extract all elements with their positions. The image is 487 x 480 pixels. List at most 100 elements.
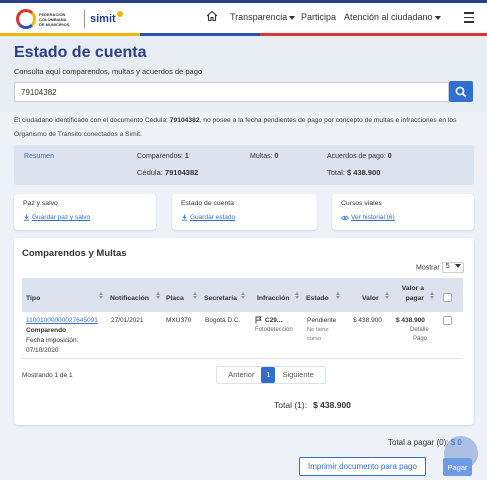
page-size-value: 5 [445, 263, 450, 270]
sort-icon[interactable] [193, 292, 197, 299]
multas-value: 0 [274, 153, 279, 160]
navbar: FEDERACIÓN COLOMBIANA DE MUNICIPIOS simi… [0, 3, 487, 33]
card-title: Estado de cuenta [181, 200, 234, 207]
col-pagar[interactable]: pagar [400, 294, 424, 303]
print-document-button[interactable]: Imprimir documento para pago [299, 457, 426, 476]
col-placa[interactable]: Placa [166, 294, 184, 303]
nav-atencion[interactable]: Atención al ciudadano [344, 12, 441, 22]
simit-dot-icon [116, 11, 123, 17]
table-total-label: Total (1): [274, 400, 308, 410]
comparendo-number-link[interactable]: 11001000000027645091 [26, 316, 98, 326]
menu-icon[interactable] [464, 12, 474, 26]
col-infraccion[interactable]: Infracción [257, 294, 289, 303]
summary-multas: Multas: 0 [250, 153, 278, 160]
comparendos-label: Comparendos: [137, 153, 183, 160]
row-infraccion[interactable]: C29... [265, 316, 282, 326]
table-total: Total (1): $ 438.900 [274, 400, 351, 410]
nav-atencion-label: Atención al ciudadano [344, 12, 433, 22]
pago-link[interactable]: Pago [413, 335, 427, 345]
page-1-button[interactable]: 1 [261, 367, 276, 383]
row-divider [22, 358, 463, 359]
sort-icon[interactable] [430, 292, 434, 299]
comparendos-value: 1 [184, 153, 189, 160]
page-subtitle: Consulta aquí comparendos, multas y acue… [14, 67, 203, 76]
select-all-checkbox[interactable] [443, 293, 452, 302]
search-icon [455, 86, 467, 97]
sort-icon[interactable] [385, 292, 389, 299]
sort-icon[interactable] [336, 292, 340, 299]
total-label: Total: [327, 168, 345, 177]
logo-divider [84, 10, 85, 28]
pay-button[interactable]: Pagar [443, 458, 472, 476]
flag-icon [255, 316, 262, 324]
search-input[interactable]: 79104382 [14, 82, 449, 102]
summary-box: Resumen Comparendos: 1 Multas: 0 Acuerdo… [14, 145, 474, 185]
sort-icon[interactable] [241, 292, 245, 299]
col-valor[interactable]: Valor [362, 294, 379, 303]
row-estado-sub2: curso [307, 336, 322, 342]
next-page-button[interactable]: Siguiente [275, 367, 320, 383]
prev-page-button[interactable]: Anterior [221, 367, 261, 383]
table-header: Tipo Notificación Placa Secretaría Infra… [22, 278, 463, 312]
row-estado: Pendiente [307, 317, 337, 324]
col-tipo[interactable]: Tipo [26, 294, 40, 303]
card-paz-y-salvo: Paz y salvo Guardar paz y salvo [14, 194, 156, 230]
card-link-label: Guardar paz y salvo [32, 214, 91, 221]
card-title: Cursos viales [341, 200, 382, 207]
col-estado[interactable]: Estado [306, 294, 329, 303]
cedula-label: Cédula: [137, 168, 163, 177]
page-size-selector: Mostrar 5 [416, 262, 464, 273]
eye-icon [341, 215, 349, 220]
summary-acuerdos: Acuerdos de pago: 0 [327, 153, 392, 160]
ver-historial-link[interactable]: Ver historial (6) [341, 214, 395, 221]
guardar-estado-link[interactable]: Guardar estado [181, 214, 235, 221]
home-icon[interactable] [206, 10, 218, 22]
info-prefix: El ciudadano identificado con el documen… [14, 117, 170, 124]
acuerdos-value: 0 [387, 153, 392, 160]
info-document: 79104382 [169, 117, 200, 124]
nav-participa[interactable]: Participa [301, 12, 336, 22]
sort-icon[interactable] [156, 292, 160, 299]
row-valor-pagar: $ 438.900 [396, 317, 425, 324]
chevron-down-icon [454, 264, 461, 269]
download-icon [181, 214, 188, 221]
col-valor-a[interactable]: Valor a [400, 284, 424, 293]
card-cursos-viales: Cursos viales Ver historial (6) [332, 194, 474, 230]
col-secretaria[interactable]: Secretaría [204, 294, 237, 303]
mostrar-label: Mostrar [416, 264, 440, 272]
summary-cedula: Cédula: 79104382 [137, 168, 198, 177]
row-date: 07/10/2020 [26, 347, 59, 354]
card-title: Paz y salvo [23, 200, 58, 207]
col-notificacion[interactable]: Notificación [110, 294, 149, 303]
search-button[interactable] [449, 81, 473, 102]
nav-transparencia-label: Transparencia [230, 12, 288, 22]
pagination: Anterior 1 Siguiente [216, 366, 326, 384]
total-value: $ 438.900 [347, 168, 381, 177]
info-message: El ciudadano identificado con el documen… [14, 114, 474, 142]
row-valor: $ 438.900 [353, 317, 382, 324]
logo-text: FEDERACIÓN COLOMBIANA DE MUNICIPIOS [39, 12, 79, 27]
summary-total: Total: $ 438.900 [327, 168, 380, 177]
guardar-paz-link[interactable]: Guardar paz y salvo [23, 214, 90, 221]
row-secretaria: Bogotá D.C. [205, 317, 241, 324]
page-size-select[interactable]: 5 [441, 262, 464, 273]
logo[interactable]: FEDERACIÓN COLOMBIANA DE MUNICIPIOS simi… [16, 9, 123, 29]
row-checkbox[interactable] [443, 316, 452, 325]
multas-label: Multas: [250, 153, 273, 160]
table-title: Comparendos y Multas [22, 248, 127, 259]
nav-transparencia[interactable]: Transparencia [230, 12, 296, 22]
comparendos-panel: Comparendos y Multas Mostrar 5 Tipo Notif… [14, 238, 474, 425]
row-date-label: Fecha imposición: [26, 337, 79, 344]
sort-icon[interactable] [99, 292, 103, 299]
download-icon [23, 214, 30, 221]
card-link-label: Guardar estado [190, 214, 236, 221]
grand-total-label: Total a pagar (0): [388, 438, 449, 447]
logo-line-3: DE MUNICIPIOS [39, 21, 70, 27]
fcm-logo-icon [16, 9, 36, 29]
card-link-label: Ver historial (6) [351, 214, 395, 221]
row-notification: 27/01/2021 [111, 317, 144, 324]
sort-icon[interactable] [295, 292, 299, 299]
acuerdos-label: Acuerdos de pago: [327, 153, 386, 160]
table-total-value: $ 438.900 [313, 400, 351, 410]
summary-link[interactable]: Resumen [24, 153, 54, 160]
